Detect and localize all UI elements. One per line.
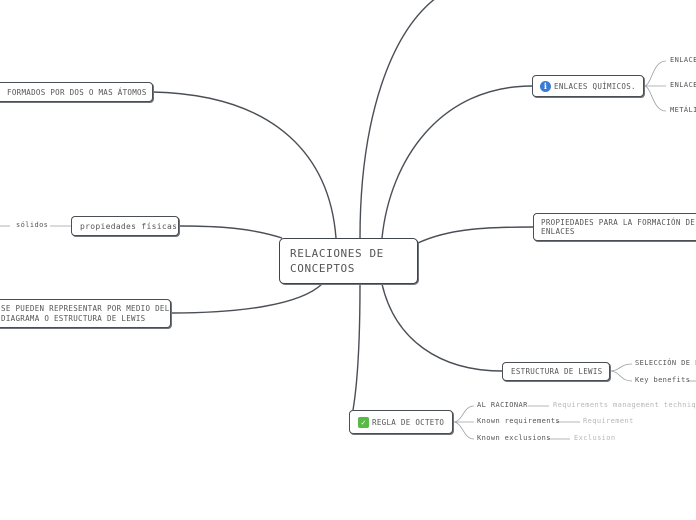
info-icon: i — [540, 80, 551, 92]
leaf-enlace-1[interactable]: ENLACE — [670, 56, 696, 64]
topic-enlaces-quimicos[interactable]: i ENLACES QUÍMICOS. — [532, 75, 644, 97]
topic-enlaces-quimicos-label: ENLACES QUÍMICOS. — [554, 81, 636, 91]
topic-propiedades-formacion-label: PROPIEDADES PARA LA FORMACIÓN DE ENLACES — [541, 217, 696, 237]
topic-lewis-representation[interactable]: SE PUEDEN REPRESENTAR POR MEDIO DEL DIAG… — [0, 299, 171, 328]
leaf-enlace-2[interactable]: ENLACE — [670, 81, 696, 89]
topic-regla-octeto[interactable]: ✓ REGLA DE OCTETO — [349, 410, 453, 434]
leaf-solidos[interactable]: sólidos — [16, 221, 48, 229]
topic-formados[interactable]: FORMADOS POR DOS O MAS ÁTOMOS — [0, 82, 153, 102]
leaf-known-exclusions[interactable]: Known exclusions — [477, 434, 551, 442]
checkmark-icon: ✓ — [358, 416, 369, 428]
leaf-requirements-management[interactable]: Requirements management technique — [553, 401, 696, 409]
topic-estructura-lewis[interactable]: ESTRUCTURA DE LEWIS — [502, 362, 610, 381]
topic-lewis-representation-label: SE PUEDEN REPRESENTAR POR MEDIO DEL DIAG… — [1, 304, 170, 323]
leaf-metalico[interactable]: METÁLIC — [670, 106, 696, 114]
topic-propiedades-formacion[interactable]: PROPIEDADES PARA LA FORMACIÓN DE ENLACES — [533, 213, 696, 241]
leaf-seleccion[interactable]: SELECCIÓN DE LA — [635, 359, 696, 367]
topic-regla-octeto-label: REGLA DE OCTETO — [372, 417, 445, 427]
leaf-exclusion[interactable]: Exclusion — [574, 434, 616, 442]
central-topic-label: RELACIONES DE CONCEPTOS — [290, 247, 384, 275]
topic-propiedades-fisicas-label: propiedades físicas — [80, 221, 178, 231]
leaf-known-requirements[interactable]: Known requirements — [477, 417, 560, 425]
topic-formados-label: FORMADOS POR DOS O MAS ÁTOMOS — [7, 87, 147, 97]
central-topic[interactable]: RELACIONES DE CONCEPTOS — [279, 238, 418, 284]
topic-estructura-lewis-label: ESTRUCTURA DE LEWIS — [511, 367, 603, 376]
leaf-requirement[interactable]: Requirement — [583, 417, 634, 425]
topic-propiedades-fisicas[interactable]: propiedades físicas — [71, 216, 179, 236]
leaf-al-racionar[interactable]: AL RACIONAR — [477, 401, 528, 409]
leaf-key-benefits[interactable]: Key benefits — [635, 376, 690, 384]
